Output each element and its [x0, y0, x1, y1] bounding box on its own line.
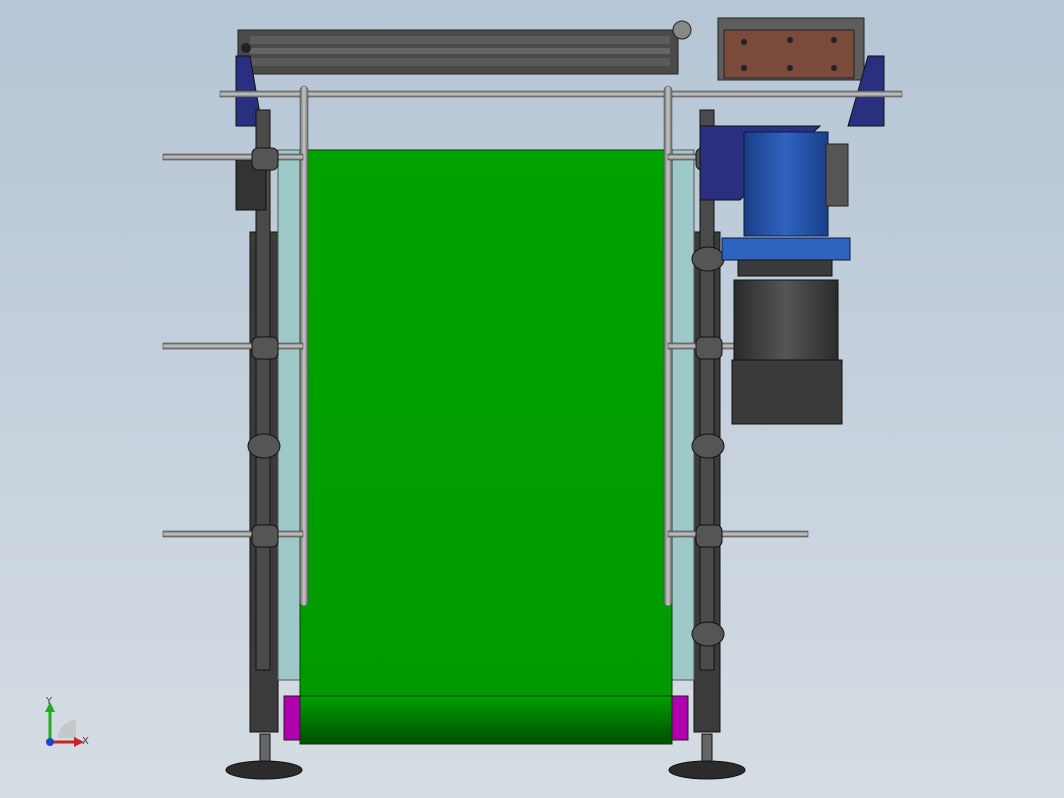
- coordinate-triad: Y X: [40, 696, 100, 758]
- left-frame: [235, 109, 301, 733]
- right-end-cap: [671, 695, 689, 741]
- left-end-cap: [283, 695, 301, 741]
- y-axis-label: Y: [46, 696, 53, 707]
- z-axis-dot: [46, 738, 54, 746]
- top-actuator[interactable]: [237, 20, 692, 75]
- x-axis-label: X: [82, 736, 89, 747]
- top-cross-rod: [219, 90, 903, 98]
- end-roller: [299, 695, 673, 745]
- conveyor-belt[interactable]: [299, 149, 673, 697]
- mounting-plate: [717, 17, 865, 81]
- triad-plane: [58, 720, 76, 738]
- drive-motor[interactable]: [699, 125, 851, 425]
- conveyor-assembly-model[interactable]: [0, 0, 1064, 798]
- cad-viewport[interactable]: Y X: [0, 0, 1064, 798]
